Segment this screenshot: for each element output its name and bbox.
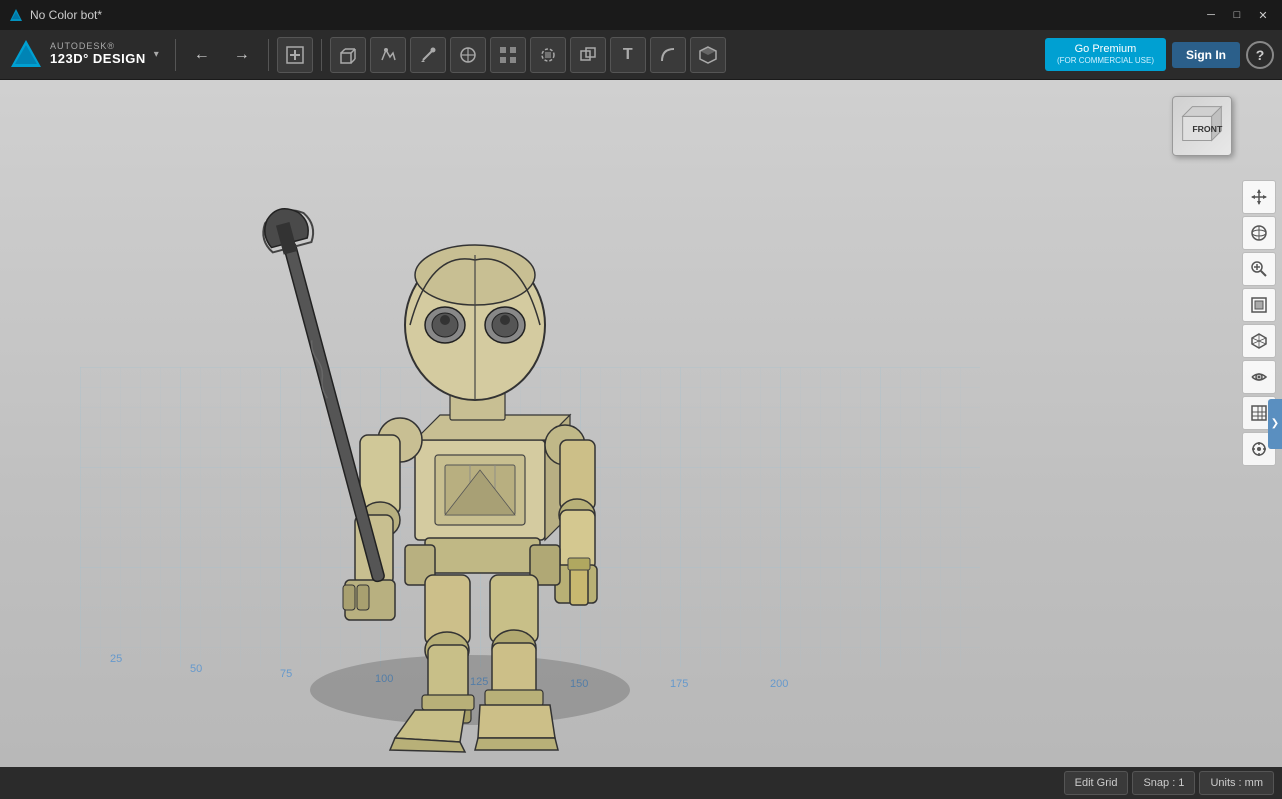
statusbar: Edit Grid Snap : 1 Units : mm <box>0 767 1282 799</box>
view3d-button[interactable] <box>1242 324 1276 358</box>
pattern-icon <box>498 45 518 65</box>
back-button[interactable]: ← <box>184 37 220 73</box>
viewport[interactable]: 25 50 75 100 125 150 175 200 25 50 75 10… <box>0 80 1282 767</box>
head-group <box>405 245 545 420</box>
sketch-button[interactable] <box>370 37 406 73</box>
fit-icon <box>1250 296 1268 314</box>
snap-status-button[interactable]: Snap : 1 <box>1132 771 1195 795</box>
transform-icon <box>458 45 478 65</box>
title-bar: No Color bot* ─ □ ✕ <box>0 0 1282 30</box>
view-cube-face[interactable]: FRONT <box>1172 96 1232 156</box>
forward-button[interactable]: → <box>224 37 260 73</box>
eye-icon <box>1250 368 1268 386</box>
window-controls: ─ □ ✕ <box>1200 4 1274 26</box>
transform-button[interactable] <box>450 37 486 73</box>
autodesk-logo-icon <box>8 37 44 73</box>
maximize-button[interactable]: □ <box>1226 4 1248 26</box>
view-cube-icon: FRONT <box>1173 96 1231 156</box>
sketch-icon <box>378 45 398 65</box>
material-icon <box>698 45 718 65</box>
close-button[interactable]: ✕ <box>1252 4 1274 26</box>
fillet-icon <box>658 45 678 65</box>
logo-area[interactable]: AUTODESK® 123D° DESIGN ▾ <box>8 37 159 73</box>
new-button[interactable] <box>277 37 313 73</box>
edit-grid-button[interactable]: Edit Grid <box>1064 771 1129 795</box>
primitives-button[interactable] <box>330 37 366 73</box>
signin-button[interactable]: Sign In <box>1172 42 1240 68</box>
units-button[interactable]: Units : mm <box>1199 771 1274 795</box>
text-icon: T <box>623 46 633 64</box>
view-cube[interactable]: FRONT <box>1172 96 1232 156</box>
logo-dropdown-icon[interactable]: ▾ <box>154 49 159 60</box>
left-arm-group <box>258 202 422 620</box>
modify-icon <box>418 45 438 65</box>
toolbar-right: Go Premium (FOR COMMERCIAL USE) Sign In … <box>1045 38 1274 71</box>
divider-3 <box>321 39 322 71</box>
window-title: No Color bot* <box>30 8 1200 22</box>
boolean-button[interactable] <box>570 37 606 73</box>
premium-label: Go Premium <box>1075 43 1137 55</box>
svg-text:FRONT: FRONT <box>1192 124 1223 134</box>
robot-model[interactable] <box>150 130 800 760</box>
divider-1 <box>175 39 176 71</box>
product-label: 123D° DESIGN <box>50 52 146 66</box>
torso-group <box>415 415 570 540</box>
view3d-icon <box>1250 332 1268 350</box>
pan-icon <box>1250 188 1268 206</box>
orbit-button[interactable] <box>1242 216 1276 250</box>
toolbar: AUTODESK® 123D° DESIGN ▾ ← → <box>0 30 1282 80</box>
fit-button[interactable] <box>1242 288 1276 322</box>
help-button[interactable]: ? <box>1246 41 1274 69</box>
minimize-button[interactable]: ─ <box>1200 4 1222 26</box>
modify-button[interactable] <box>410 37 446 73</box>
text-button[interactable]: T <box>610 37 646 73</box>
zoom-button[interactable] <box>1242 252 1276 286</box>
premium-sub: (FOR COMMERCIAL USE) <box>1057 56 1154 66</box>
chevron-right-icon: ❯ <box>1271 418 1279 429</box>
group-icon <box>538 45 558 65</box>
premium-button[interactable]: Go Premium (FOR COMMERCIAL USE) <box>1045 38 1166 71</box>
visibility-button[interactable] <box>1242 360 1276 394</box>
pan-button[interactable] <box>1242 180 1276 214</box>
right-panel-handle[interactable]: ❯ <box>1268 399 1282 449</box>
group-button[interactable] <box>530 37 566 73</box>
orbit-icon <box>1250 224 1268 242</box>
grid-icon <box>1250 404 1268 422</box>
logo-text: AUTODESK® 123D° DESIGN <box>50 42 146 66</box>
svg-text:25: 25 <box>110 653 122 665</box>
app-icon <box>8 7 24 23</box>
zoom-icon <box>1250 260 1268 278</box>
fillet-button[interactable] <box>650 37 686 73</box>
material-button[interactable] <box>690 37 726 73</box>
primitives-icon <box>338 45 358 65</box>
boolean-icon <box>578 45 598 65</box>
pattern-button[interactable] <box>490 37 526 73</box>
snap-icon <box>1250 440 1268 458</box>
divider-2 <box>268 39 269 71</box>
new-icon <box>285 45 305 65</box>
